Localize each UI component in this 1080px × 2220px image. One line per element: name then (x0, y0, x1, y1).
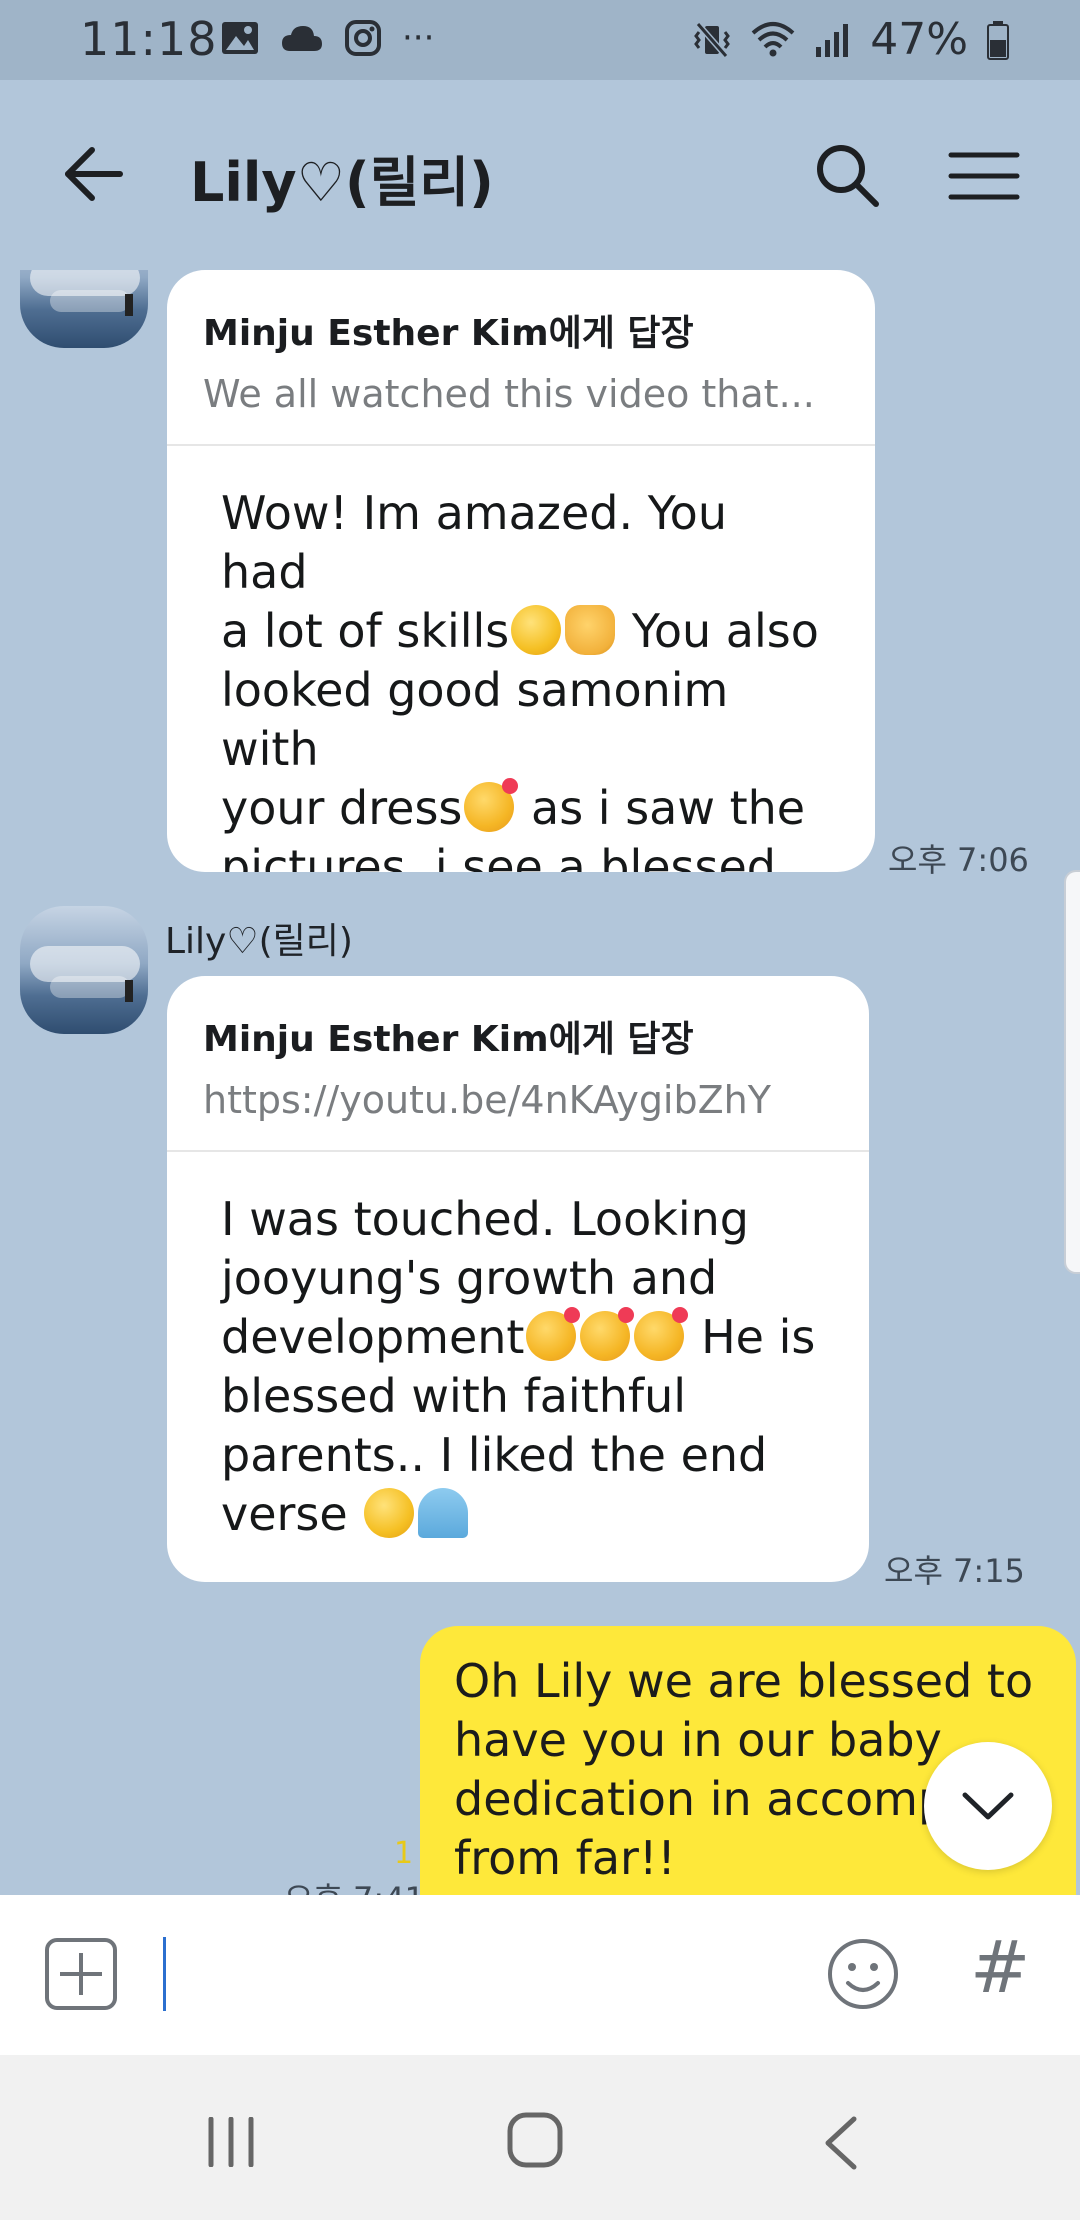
smiling-hearts-emoji (634, 1307, 689, 1361)
chevron-down-icon (962, 1792, 1014, 1820)
message-bubble[interactable]: Minju Esther Kim에게 답장 We all watched thi… (167, 270, 875, 872)
folded-hands-emoji (418, 1488, 469, 1538)
unread-count: 1 (394, 1836, 414, 1871)
chat-title[interactable]: Lily♡(릴리) (190, 138, 494, 217)
hashtag-icon[interactable]: # (970, 1925, 1030, 2009)
battery-icon (987, 20, 1009, 60)
status-icons-left: ··· (220, 18, 434, 58)
reply-preview[interactable]: Minju Esther Kim에게 답장 https://youtu.be/4… (167, 976, 869, 1152)
status-icons-right: 47% (692, 14, 1010, 65)
chat-header: Lily♡(릴리) (0, 80, 1080, 270)
message-input[interactable] (163, 1937, 166, 2011)
system-nav-bar (0, 2055, 1080, 2220)
status-time: 11:18 (80, 12, 218, 66)
back-icon[interactable] (820, 2115, 860, 2171)
sender-name: Lily♡(릴리) (165, 921, 353, 962)
chat-area[interactable]: Minju Esther Kim에게 답장 We all watched thi… (0, 270, 1080, 1895)
plus-icon[interactable] (44, 1937, 118, 2011)
scroll-to-bottom-button[interactable] (924, 1742, 1052, 1870)
message-time: 오후 7:15 (884, 1552, 1025, 1590)
home-icon[interactable] (505, 2110, 565, 2170)
emoji-icon[interactable] (826, 1937, 900, 2011)
thumbs-up-emoji (565, 605, 616, 655)
scrollbar-handle[interactable] (1064, 870, 1080, 1274)
message-text: Wow! Im amazed. You had a lot of skills … (167, 446, 875, 872)
reply-quote: https://youtu.be/4nKAygibZhY (203, 1078, 771, 1122)
smiling-hearts-emoji (464, 778, 519, 832)
menu-icon[interactable] (948, 150, 1020, 202)
message-input-bar: # (0, 1895, 1080, 2055)
cloud-icon (282, 26, 322, 51)
signal-icon (816, 23, 849, 57)
reply-quote: We all watched this video that... (203, 372, 815, 416)
recent-apps-icon[interactable] (205, 2117, 257, 2167)
status-bar: 11:18 ··· 47% (0, 0, 1080, 80)
smiling-hearts-emoji (580, 1307, 635, 1361)
reply-to-label: Minju Esther Kim에게 답장 (203, 313, 694, 354)
image-icon (222, 22, 258, 54)
message-time: 오후 7:41 (284, 1874, 425, 1895)
vibrate-icon (694, 21, 731, 58)
hugging-emoji (511, 605, 562, 655)
more-notifications: ··· (402, 18, 435, 58)
hugging-emoji (364, 1488, 415, 1538)
reply-to-label: Minju Esther Kim에게 답장 (203, 1019, 694, 1060)
back-arrow-icon[interactable] (62, 142, 126, 206)
avatar[interactable] (20, 270, 148, 348)
message-text: I was touched. Looking jooyung's growth … (221, 1192, 816, 1541)
message-time: 오후 7:06 (888, 841, 1029, 879)
smiling-hearts-emoji (526, 1307, 581, 1361)
avatar[interactable] (20, 906, 148, 1034)
instagram-icon (345, 20, 381, 56)
search-icon[interactable] (814, 142, 880, 208)
battery-percent: 47% (870, 14, 968, 65)
reply-preview[interactable]: Minju Esther Kim에게 답장 We all watched thi… (167, 270, 875, 446)
wifi-icon (751, 21, 795, 56)
message-bubble[interactable]: Minju Esther Kim에게 답장 https://youtu.be/4… (167, 976, 869, 1582)
